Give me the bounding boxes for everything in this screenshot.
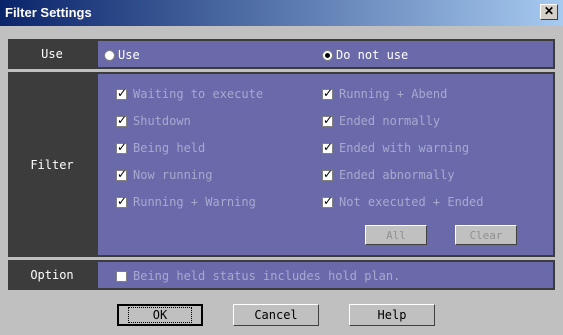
checkbox-ended-with-warning[interactable]: ✓ Ended with warning — [322, 139, 470, 155]
checkbox-box: ✓ — [116, 193, 128, 208]
help-button[interactable]: Help — [349, 304, 435, 326]
checkbox-label: Shutdown — [133, 114, 191, 128]
checkbox-box: ✓ — [322, 166, 334, 181]
cancel-button[interactable]: Cancel — [233, 304, 319, 326]
checkbox-box: ✓ — [116, 139, 128, 154]
check-mark-icon: ✓ — [323, 193, 334, 208]
checkbox-label: Waiting to execute — [133, 87, 264, 101]
check-mark-icon: ✓ — [323, 139, 334, 154]
all-button[interactable]: All — [365, 225, 427, 245]
check-mark-icon: ✓ — [323, 85, 334, 100]
radio-selected-dot — [325, 52, 330, 58]
filter-row-content: ✓ Waiting to execute ✓ Running + Abend ✓… — [98, 74, 553, 255]
filter-row-label: Filter — [30, 157, 74, 172]
check-mark-icon: ✓ — [117, 139, 128, 154]
radio-do-not-use-label: Do not use — [336, 48, 409, 62]
ok-button[interactable]: OK — [117, 304, 203, 326]
checkbox-not-executed-ended[interactable]: ✓ Not executed + Ended — [322, 193, 484, 209]
checkbox-label: Running + Abend — [339, 87, 448, 101]
checkbox-being-held[interactable]: ✓ Being held — [116, 139, 206, 155]
option-row-content: Being held status includes hold plan. — [98, 262, 553, 288]
checkbox-box: ✓ — [322, 139, 334, 154]
close-icon: ✕ — [543, 4, 555, 18]
checkbox-hold-plan[interactable]: Being held status includes hold plan. — [116, 269, 400, 283]
use-row-content: Use Do not use — [98, 41, 553, 67]
checkbox-box: ✓ — [322, 112, 334, 127]
window-title: Filter Settings — [5, 5, 92, 20]
check-mark-icon: ✓ — [117, 85, 128, 100]
checkbox-label: Running + Warning — [133, 195, 256, 209]
check-mark-icon: ✓ — [323, 166, 334, 181]
checkbox-box — [116, 270, 127, 282]
checkbox-shutdown[interactable]: ✓ Shutdown — [116, 112, 191, 128]
use-row-label: Use — [41, 47, 63, 61]
checkbox-running-abend[interactable]: ✓ Running + Abend — [322, 85, 448, 101]
check-mark-icon: ✓ — [117, 112, 128, 127]
checkbox-running-warning[interactable]: ✓ Running + Warning — [116, 193, 256, 209]
checkbox-label: Ended abnormally — [339, 168, 455, 182]
checkbox-box: ✓ — [322, 193, 334, 208]
checkbox-label: Not executed + Ended — [339, 195, 484, 209]
checkbox-box: ✓ — [322, 85, 334, 100]
checkbox-now-running[interactable]: ✓ Now running — [116, 166, 213, 182]
title-bar: Filter Settings ✕ — [0, 0, 563, 26]
radio-use-label: Use — [118, 48, 140, 62]
checkbox-ended-abnormally[interactable]: ✓ Ended abnormally — [322, 166, 455, 182]
checkbox-label: Being held — [133, 141, 206, 155]
option-row-label: Option — [30, 268, 74, 282]
option-row: Option Being held status includes hold p… — [8, 260, 555, 290]
radio-use[interactable]: Use — [104, 48, 140, 62]
use-row: Use Use Do not use — [8, 39, 555, 69]
checkbox-label: Ended normally — [339, 114, 441, 128]
check-mark-icon: ✓ — [117, 193, 128, 208]
ok-button-label: OK — [127, 307, 193, 323]
check-mark-icon: ✓ — [323, 112, 334, 127]
checkbox-box: ✓ — [116, 166, 128, 181]
checkbox-box: ✓ — [116, 112, 128, 127]
radio-do-not-use[interactable]: Do not use — [322, 48, 408, 62]
clear-button[interactable]: Clear — [455, 225, 517, 245]
radio-use-circle — [104, 49, 115, 61]
radio-do-not-use-circle — [322, 49, 333, 61]
filter-row: Filter ✓ Waiting to execute ✓ Running + … — [8, 72, 555, 257]
checkbox-label: Ended with warning — [339, 141, 470, 155]
checkbox-waiting-to-execute[interactable]: ✓ Waiting to execute — [116, 85, 264, 101]
check-mark-icon: ✓ — [117, 166, 128, 181]
checkbox-label: Being held status includes hold plan. — [133, 269, 401, 283]
checkbox-ended-normally[interactable]: ✓ Ended normally — [322, 112, 441, 128]
checkbox-label: Now running — [133, 168, 213, 182]
checkbox-box: ✓ — [116, 85, 128, 100]
close-button[interactable]: ✕ — [540, 4, 558, 20]
